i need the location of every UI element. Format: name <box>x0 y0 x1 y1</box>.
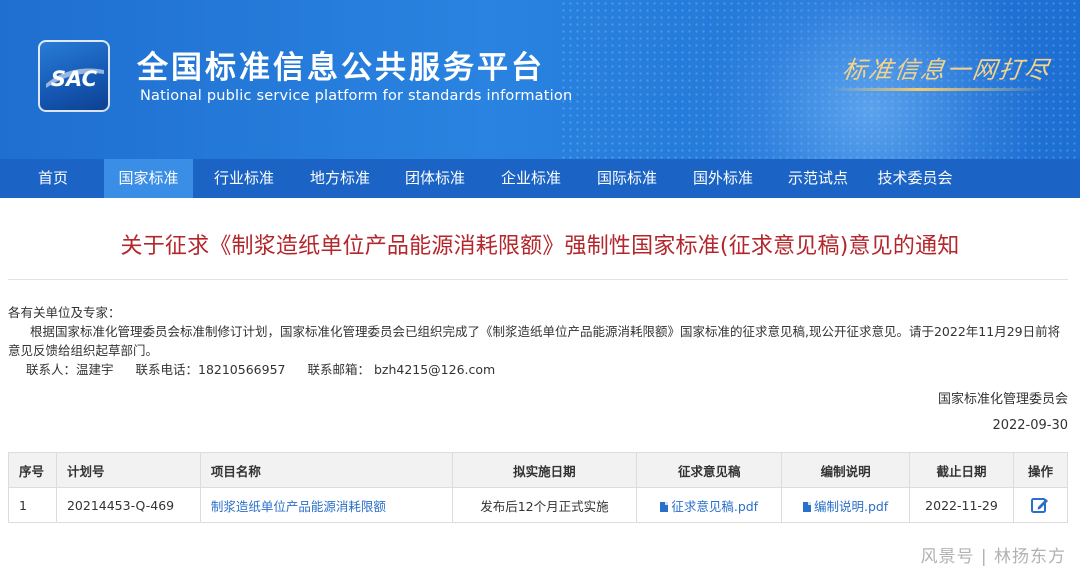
file-icon <box>660 501 669 512</box>
nav-item-enterprise-standards[interactable]: 企业标准 <box>487 159 575 198</box>
contact-person: 联系人：温建宇 <box>26 362 114 377</box>
site-banner: SAC 全国标准信息公共服务平台 National public service… <box>0 0 1080 159</box>
project-name-link[interactable]: 制浆造纸单位产品能源消耗限额 <box>199 487 453 523</box>
nav-item-group-standards[interactable]: 团体标准 <box>391 159 479 198</box>
file-icon <box>802 501 811 512</box>
standards-table: 序号 计划号 项目名称 拟实施日期 征求意见稿 编制说明 截止日期 操作 1 2… <box>8 452 1069 523</box>
col-draft: 征求意见稿 <box>636 452 783 488</box>
cell-plan-no: 20214453-Q-469 <box>55 487 201 523</box>
cell-explanation: 编制说明.pdf <box>781 487 911 523</box>
col-plan-no: 计划号 <box>55 452 201 488</box>
slogan-underline <box>830 88 1050 91</box>
nav-item-foreign-standards[interactable]: 国外标准 <box>679 159 767 198</box>
title-divider <box>8 279 1068 280</box>
cell-action <box>1012 487 1069 523</box>
notice-paragraph: 根据国家标准化管理委员会标准制修订计划，国家标准化管理委员会已组织完成了《制浆造… <box>8 324 1061 358</box>
cell-implement-date: 发布后12个月正式实施 <box>451 487 638 523</box>
draft-pdf-label: 征求意见稿.pdf <box>671 498 759 514</box>
table-row: 1 20214453-Q-469 制浆造纸单位产品能源消耗限额 发布后12个月正… <box>8 487 1069 523</box>
col-explanation: 编制说明 <box>781 452 911 488</box>
table-header-row: 序号 计划号 项目名称 拟实施日期 征求意见稿 编制说明 截止日期 操作 <box>8 452 1069 488</box>
publish-date: 2022-09-30 <box>992 418 1068 433</box>
nav-item-pilot-demos[interactable]: 示范试点 <box>774 159 862 198</box>
col-project-name: 项目名称 <box>199 452 453 488</box>
contact-phone: 联系电话：18210566957 <box>135 362 286 377</box>
cell-deadline: 2022-11-29 <box>909 487 1014 523</box>
watermark: 风景号 | 林扬东方 <box>920 547 1066 567</box>
nav-item-local-standards[interactable]: 地方标准 <box>296 159 384 198</box>
greeting: 各有关单位及专家： <box>8 305 121 320</box>
signer: 国家标准化管理委员会 <box>937 392 1068 407</box>
article-title: 关于征求《制浆造纸单位产品能源消耗限额》强制性国家标准(征求意见稿)意见的通知 <box>120 234 960 259</box>
nav-item-home[interactable]: 首页 <box>22 159 84 198</box>
contact-email: 联系邮箱： bzh4215@126.com <box>307 362 496 377</box>
col-deadline: 截止日期 <box>909 452 1014 488</box>
nav-item-industry-standards[interactable]: 行业标准 <box>200 159 288 198</box>
explanation-pdf-label: 编制说明.pdf <box>813 498 889 514</box>
col-action: 操作 <box>1012 452 1069 488</box>
contact-line: 联系人：温建宇 联系电话：18210566957 联系邮箱： bzh4215@1… <box>8 360 1070 379</box>
slogan: 标准信息一网打尽 <box>840 56 1053 84</box>
site-title: 全国标准信息公共服务平台 <box>137 50 545 86</box>
sac-logo[interactable]: SAC <box>38 40 110 112</box>
nav-item-technical-committees[interactable]: 技术委员会 <box>864 159 966 198</box>
sac-logo-mark: SAC <box>46 67 104 91</box>
logo-text: SAC <box>51 67 98 91</box>
nav-item-international-standards[interactable]: 国际标准 <box>583 159 671 198</box>
explanation-pdf-link[interactable]: 编制说明.pdf <box>802 498 889 514</box>
cell-draft: 征求意见稿.pdf <box>636 487 783 523</box>
draft-pdf-link[interactable]: 征求意见稿.pdf <box>660 499 758 514</box>
site-subtitle: National public service platform for sta… <box>140 88 573 104</box>
col-index: 序号 <box>8 452 57 488</box>
main-nav: 首页 国家标准 行业标准 地方标准 团体标准 企业标准 国际标准 国外标准 示范… <box>0 159 1080 198</box>
edit-icon[interactable] <box>1030 495 1050 515</box>
cell-index: 1 <box>8 487 57 523</box>
nav-item-national-standards[interactable]: 国家标准 <box>104 159 193 198</box>
col-implement-date: 拟实施日期 <box>451 452 638 488</box>
